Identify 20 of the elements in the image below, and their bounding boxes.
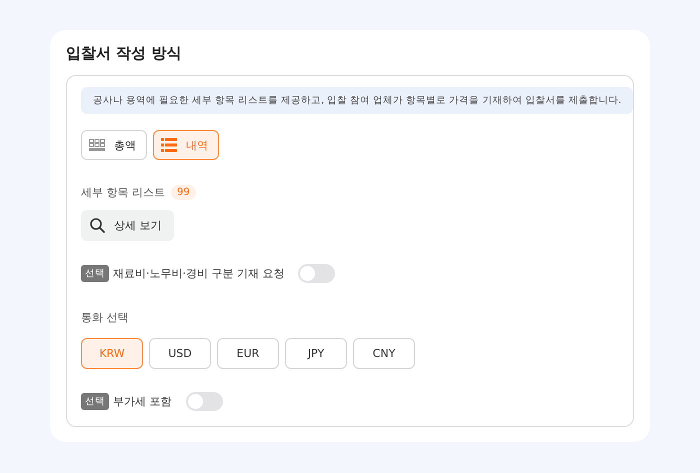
info-banner: 공사나 용역에 필요한 세부 항목 리스트를 제공하고, 입찰 참여 업체가 항목별로 가격을 기재하여 입찰서를 제출합니다. [81,87,634,114]
list-icon [161,138,177,152]
toggle-switch[interactable] [298,264,336,283]
field-label: 통화 선택 [81,310,128,325]
mode-button[interactable]: 총액 [81,130,147,160]
toggle-switch[interactable] [186,392,222,411]
field-label: 세부 항목 리스트 [81,185,165,200]
count-badge: 99 [171,185,196,200]
currency-button[interactable]: JPY [285,338,347,369]
detail-button[interactable]: 상세 보기 [81,210,174,241]
section-title: 입찰서 작성 방식 [66,44,182,63]
currency-button[interactable]: EUR [217,338,279,369]
toggle-label: 부가세 포함 [113,394,172,409]
optional-tag: 선택 [81,265,109,282]
grid-icon [89,139,105,151]
optional-tag: 선택 [81,393,109,410]
currency-button[interactable]: USD [149,338,211,369]
currency-button[interactable]: CNY [353,338,415,369]
toggle-label: 재료비·노무비·경비 구분 기재 요청 [113,266,284,281]
search-icon [90,218,105,233]
